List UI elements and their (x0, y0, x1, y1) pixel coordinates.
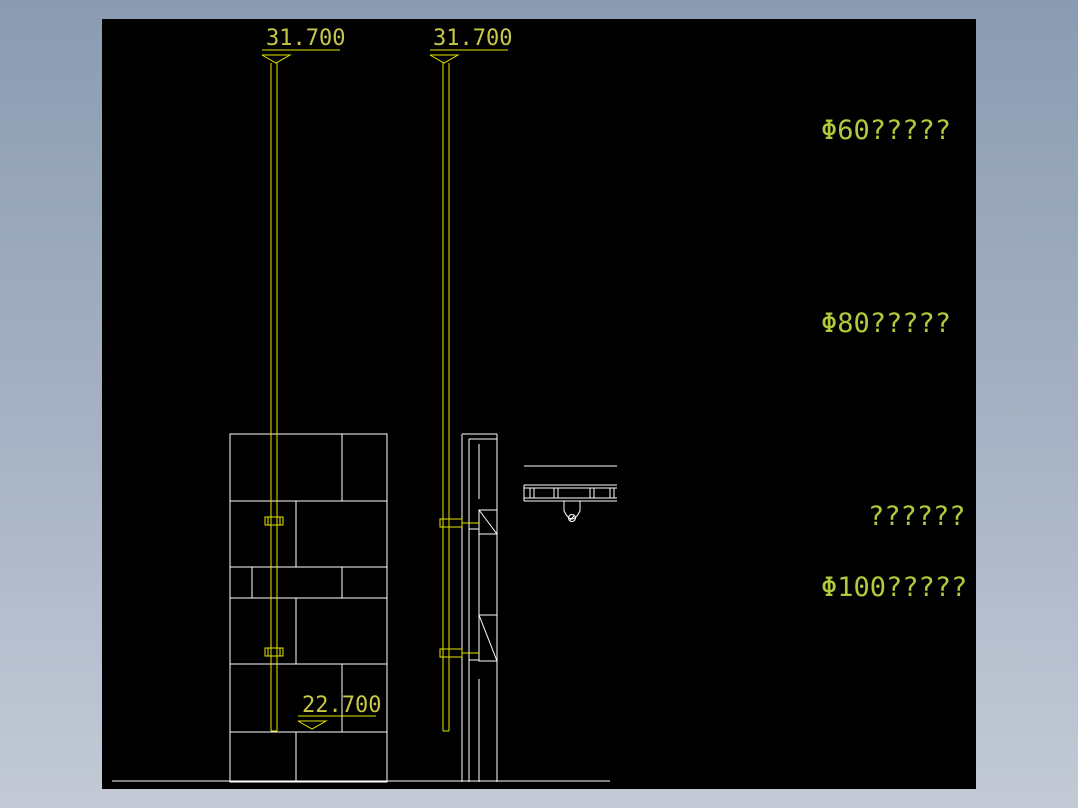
elevation-label-bottom: 22.700 (302, 693, 381, 718)
note-phi60: Φ60????? (821, 115, 951, 146)
rod-clamp-left-lower (264, 647, 284, 657)
elevation-label-top-right: 31.700 (433, 26, 512, 51)
elevation-marker-top-left (261, 49, 340, 64)
bracket-plan-detail (523, 465, 617, 522)
cad-viewport[interactable]: 31.700 31.700 22.700 Φ60????? Φ80????? ?… (102, 19, 976, 789)
note-phi80: Φ80????? (821, 308, 951, 339)
rod-clamp-right-upper (439, 518, 479, 528)
wall-elevation-left (229, 433, 388, 783)
elevation-label-top-left: 31.700 (266, 26, 345, 51)
note-unknown: ?????? (868, 501, 966, 532)
cad-drawing: 31.700 31.700 22.700 Φ60????? Φ80????? ?… (112, 26, 967, 783)
elevation-marker-top-right (429, 49, 508, 64)
wall-section-right (461, 433, 498, 782)
hanger-rod-left (270, 63, 278, 732)
rod-clamp-left-upper (264, 516, 284, 526)
hanger-rod-right (442, 63, 450, 732)
note-phi100: Φ100????? (821, 572, 967, 603)
rod-clamp-right-lower (439, 648, 479, 658)
